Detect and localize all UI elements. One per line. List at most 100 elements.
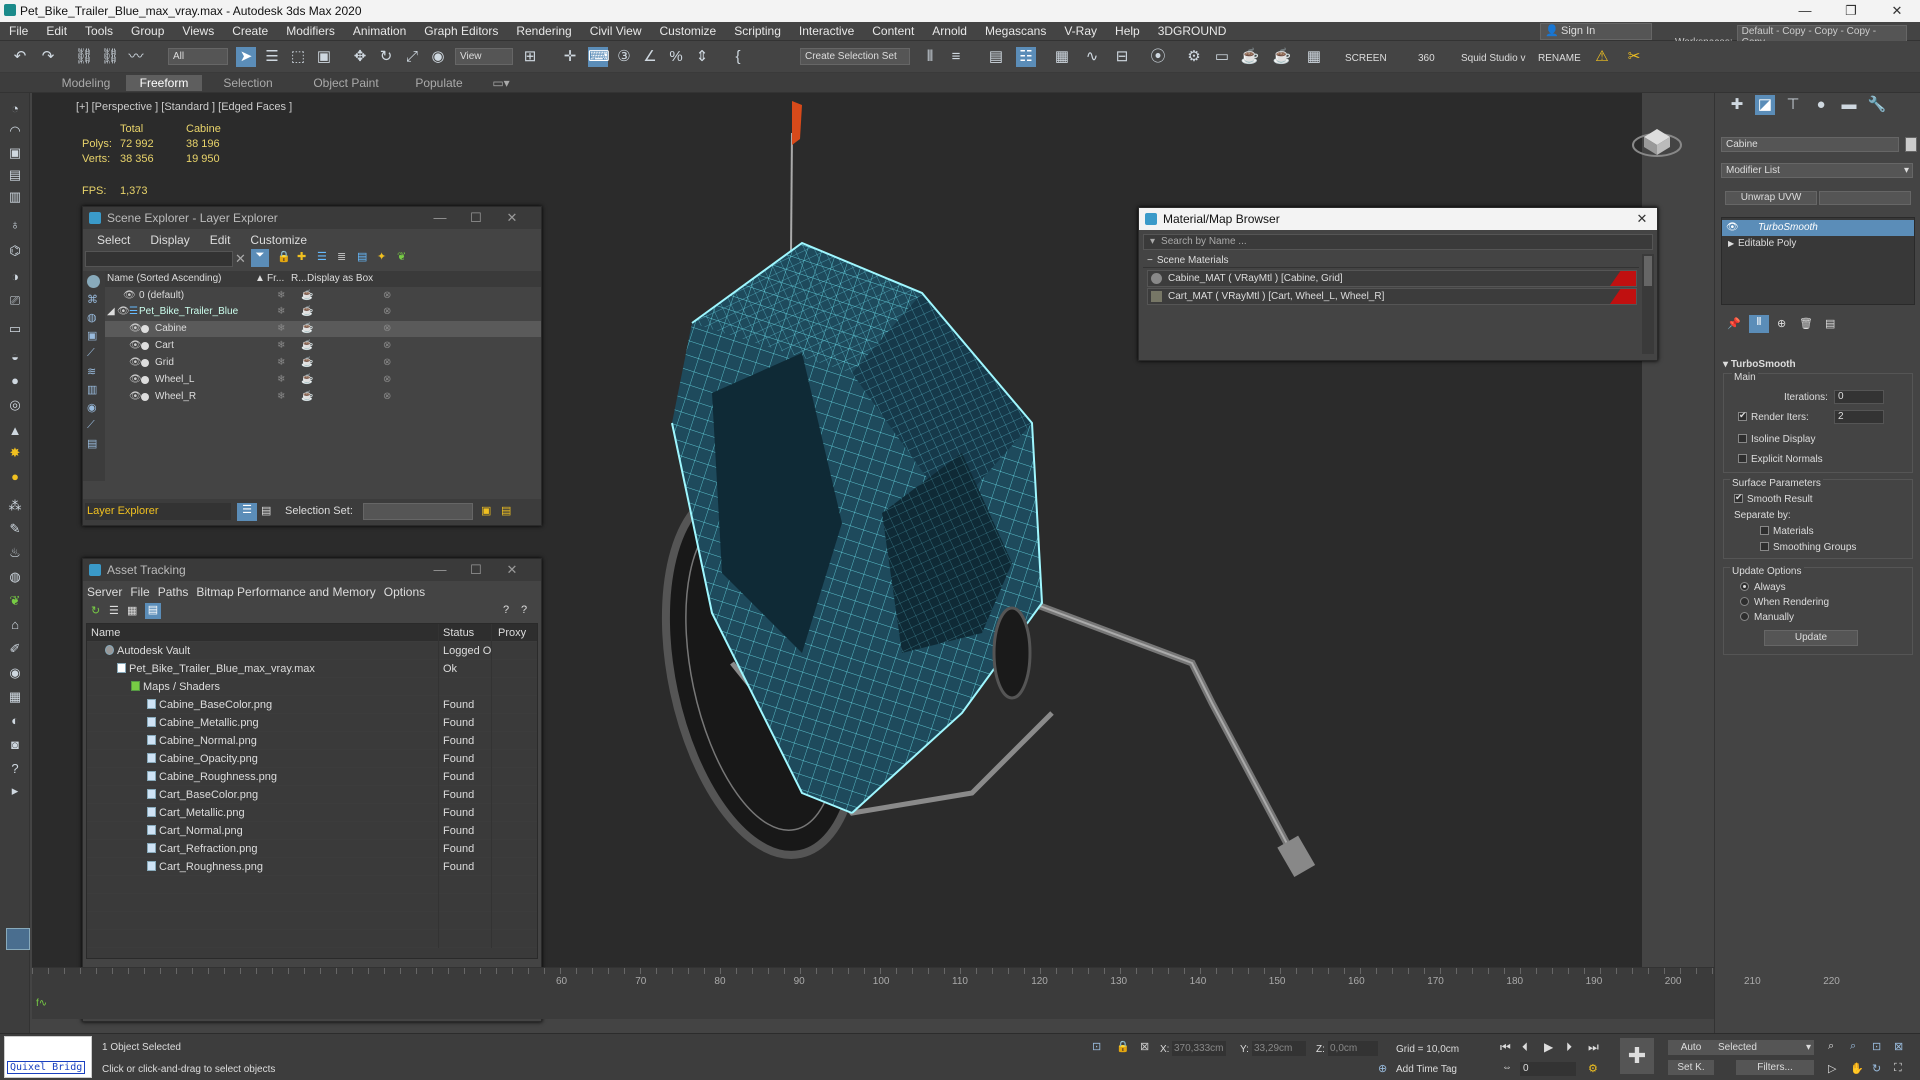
table-row[interactable]: Cabine_Roughness.png Found <box>87 768 537 786</box>
column-render[interactable]: R... <box>291 271 307 287</box>
menu-server[interactable]: Server <box>83 583 126 601</box>
group-collapse-icon[interactable]: − <box>1143 255 1157 266</box>
zoom-extents-all-icon[interactable]: ⊠ <box>1894 1040 1903 1053</box>
rotate-icon[interactable]: ↻ <box>376 47 396 67</box>
add-selection-set-icon[interactable]: ▣ <box>481 504 491 517</box>
rename-label[interactable]: RENAME <box>1538 53 1581 64</box>
hierarchy-icon[interactable]: ≣ <box>337 250 346 263</box>
lock-selection-icon[interactable]: 🔒 <box>1116 1040 1130 1053</box>
snaps-toggle-icon[interactable]: ③ <box>614 47 634 67</box>
menu-rendering[interactable]: Rendering <box>507 22 580 41</box>
auto-key-button[interactable]: Auto <box>1668 1040 1714 1055</box>
torus-icon[interactable]: ◎ <box>6 397 24 413</box>
globe-icon[interactable]: ◍ <box>6 569 24 585</box>
object-name-field[interactable]: Cabine <box>1721 137 1899 152</box>
x-coordinate-field[interactable]: 370,333cm <box>1172 1041 1226 1056</box>
add-layer-icon[interactable]: ✚ <box>297 250 306 263</box>
bulb-icon[interactable]: ● <box>6 469 24 485</box>
edit-named-selection-icon[interactable]: { <box>728 47 748 67</box>
column-status[interactable]: Status <box>440 624 492 642</box>
sun-icon[interactable]: ✸ <box>6 445 24 461</box>
move-icon[interactable]: ✥ <box>350 47 370 67</box>
select-manipulate-icon[interactable]: ✛ <box>560 47 580 67</box>
render-toggle-icon[interactable]: ☕ <box>301 372 313 388</box>
quixel-bridge-button[interactable]: Quixel Bridg <box>7 1061 86 1074</box>
modify-icon[interactable]: ◠ <box>6 123 24 139</box>
search-dropdown-icon[interactable]: ▾ <box>1144 236 1161 247</box>
lights-filter-icon[interactable]: ◍ <box>87 311 97 324</box>
set-key-icon[interactable]: ✚ <box>1620 1038 1654 1074</box>
bind-space-warp-icon[interactable]: 〰 <box>126 47 146 67</box>
motion-tab-icon[interactable]: ● <box>1811 95 1831 115</box>
helper-icon[interactable]: ⌬ <box>6 243 24 259</box>
track-bar-ruler[interactable]: 60 70 80 90 100 110 120 130 140 150 160 170 180 190 20… <box>32 968 1840 992</box>
always-radio[interactable] <box>1740 582 1749 591</box>
table-row[interactable]: Cabine_Metallic.png Found <box>87 714 537 732</box>
eye-icon[interactable]: 👁 <box>129 338 142 354</box>
refresh-icon[interactable]: ↻ <box>91 604 100 617</box>
next-frame-icon[interactable]: ⏵ <box>1566 1040 1572 1055</box>
menu-views[interactable]: Views <box>173 22 223 41</box>
render-toggle-icon[interactable]: ☕ <box>301 304 313 320</box>
freeze-icon[interactable]: ❄ <box>277 338 285 354</box>
angle-snap-icon[interactable]: ∠ <box>640 47 660 67</box>
redo-icon[interactable]: ↷ <box>38 47 58 67</box>
freeze-icon[interactable]: ❄ <box>277 288 285 304</box>
stack-item-turbosmooth[interactable]: 👁 TurboSmooth <box>1722 220 1914 236</box>
table-row[interactable]: Pet_Bike_Trailer_Blue_max_vray.max Ok <box>87 660 537 678</box>
box-toggle-icon[interactable]: ⊗ <box>383 355 391 371</box>
box-toggle-icon[interactable]: ⊗ <box>383 338 391 354</box>
modify-tab-icon[interactable]: ◪ <box>1755 95 1775 115</box>
menu-edit[interactable]: Edit <box>37 22 76 41</box>
box-toggle-icon[interactable]: ⊗ <box>383 288 391 304</box>
expand-icon[interactable]: ▶ <box>1728 236 1734 252</box>
column-proxy[interactable]: Proxy <box>495 624 526 642</box>
selection-filter-dropdown[interactable]: All <box>168 48 228 65</box>
close-icon[interactable]: ✕ <box>1627 208 1657 230</box>
asset-tracking-titlebar[interactable]: Asset Tracking — ☐ ✕ <box>83 559 541 581</box>
previous-frame-icon[interactable]: ⏴ <box>1522 1040 1528 1055</box>
link-icon[interactable]: ⛓ <box>74 47 94 67</box>
tree-row-grid[interactable]: 👁 Grid ❄ ☕ ⊗ <box>105 355 541 371</box>
material-browser-titlebar[interactable]: Material/Map Browser ✕ <box>1139 208 1657 230</box>
time-config-icon[interactable]: ⚙ <box>1588 1062 1598 1075</box>
restore-icon[interactable]: ❐ <box>1828 0 1874 22</box>
list-view-icon[interactable]: ☰ <box>109 604 119 617</box>
menu-interactive[interactable]: Interactive <box>790 22 863 41</box>
schematic-view-icon[interactable]: ⊟ <box>1112 47 1132 67</box>
tree-row-wheel-l[interactable]: 👁 Wheel_L ❄ ☕ ⊗ <box>105 372 541 388</box>
menu-file[interactable]: File <box>126 583 153 601</box>
render-toggle-icon[interactable]: ☕ <box>301 321 313 337</box>
curve-editor-icon[interactable]: ∿ <box>1082 47 1102 67</box>
help-icon[interactable]: ? <box>503 604 509 616</box>
highlight-icon[interactable]: ✦ <box>377 250 386 263</box>
create-tab-icon[interactable]: ✚ <box>1727 95 1747 115</box>
select-by-name-icon[interactable]: ☰ <box>262 47 282 67</box>
tab-modeling[interactable]: Modeling <box>48 75 124 91</box>
pin-stack-icon[interactable]: 📌 <box>1727 317 1741 330</box>
pivot-icon[interactable]: ⊞ <box>520 47 540 67</box>
time-tag-icon[interactable]: ⊕ <box>1378 1062 1387 1075</box>
shapes-filter-icon[interactable]: ⌘ <box>87 293 98 306</box>
warps-filter-icon[interactable]: ≋ <box>87 365 96 378</box>
iterations-spinner[interactable]: 0 <box>1834 390 1884 404</box>
menu-scripting[interactable]: Scripting <box>725 22 790 41</box>
squid-studio-label[interactable]: Squid Studio v <box>1461 53 1526 64</box>
expand-icon[interactable]: ▸ <box>6 783 24 799</box>
minimize-icon[interactable]: — <box>425 559 455 581</box>
menu-civil-view[interactable]: Civil View <box>581 22 651 41</box>
groups-filter-icon[interactable]: ▥ <box>87 383 97 396</box>
orbit-icon[interactable]: ↻ <box>1872 1062 1881 1075</box>
helpers-filter-icon[interactable]: ⟋ <box>87 347 95 360</box>
show-end-result-icon[interactable]: Ⅱ <box>1749 315 1769 333</box>
z-coordinate-field[interactable]: 0,0cm <box>1328 1041 1378 1056</box>
tree-row-cart[interactable]: 👁 Cart ❄ ☕ ⊗ <box>105 338 541 354</box>
edit-selection-set-icon[interactable]: ▤ <box>501 504 511 517</box>
freeze-icon[interactable]: ❄ <box>277 389 285 405</box>
tree-row-cabine[interactable]: 👁 Cabine ❄ ☕ ⊗ <box>105 321 541 337</box>
collapse-icon[interactable]: ◢ <box>107 304 115 320</box>
close-icon[interactable]: ✕ <box>1874 0 1920 22</box>
selection-set-dropdown[interactable] <box>363 503 473 520</box>
material-item-cabine[interactable]: Cabine_MAT ( VRayMtl ) [Cabine, Grid] <box>1147 270 1637 287</box>
scene-materials-group[interactable]: − Scene Materials <box>1143 254 1639 268</box>
